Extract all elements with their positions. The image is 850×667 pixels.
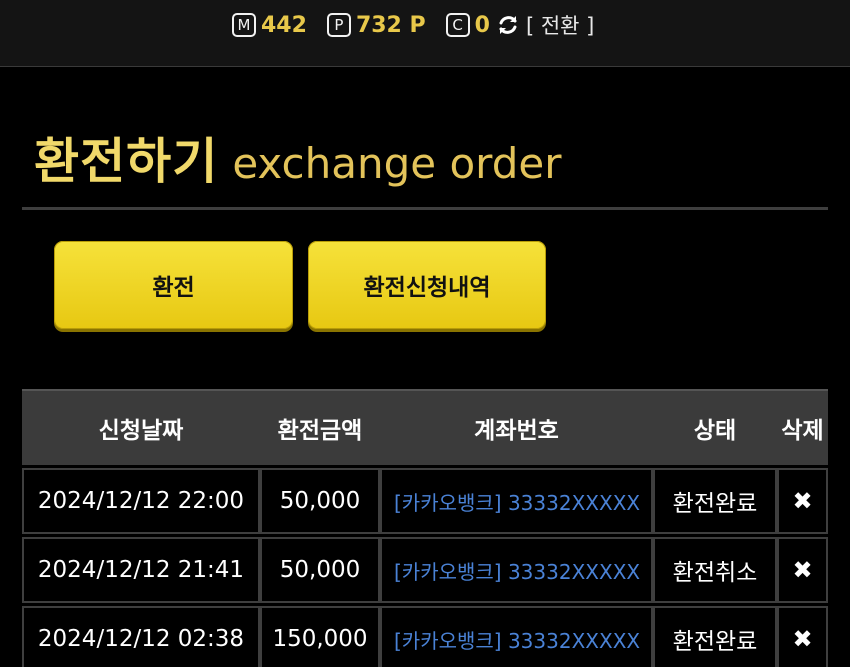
exchange-history-button[interactable]: 환전신청내역 [308,241,546,329]
page-title-en: exchange order [232,139,562,188]
refresh-icon[interactable] [496,13,520,37]
cell-status: 환전완료 [653,468,777,534]
close-icon[interactable]: ✖ [792,556,812,584]
table-row: 2024/12/12 21:41 50,000 [카카오뱅크] 33332XXX… [22,537,828,603]
header-date: 신청날짜 [98,418,184,444]
coin-balance: 0 [474,12,490,38]
cell-date: 2024/12/12 22:00 [22,468,260,534]
delete-button[interactable]: ✖ [777,537,828,603]
exchange-button[interactable]: 환전 [54,241,293,329]
cell-account[interactable]: [카카오뱅크] 33332XXXXX [380,468,653,534]
cell-account[interactable]: [카카오뱅크] 33332XXXXX [380,606,653,667]
point-icon: P [326,13,351,37]
cell-amount: 50,000 [260,537,380,603]
coin-icon: C [445,13,470,37]
money-icon: M [232,13,256,37]
cell-amount: 150,000 [260,606,380,667]
top-bar: M 442 P 732 P C 0 [ 전환 ] [0,0,850,67]
header-account: 계좌번호 [474,418,559,444]
header-status: 상태 [693,418,737,444]
page-title: 환전하기 exchange order [34,122,561,192]
table-row: 2024/12/12 02:38 150,000 [카카오뱅크] 33332XX… [22,606,828,667]
header-delete: 삭제 [781,418,824,444]
close-icon[interactable]: ✖ [792,625,812,653]
table-row: 2024/12/12 22:00 50,000 [카카오뱅크] 33332XXX… [22,468,828,534]
exchange-history-table: 신청날짜 환전금액 계좌번호 상태 삭제 2024/12/12 22:00 50… [22,389,828,667]
cell-account[interactable]: [카카오뱅크] 33332XXXXX [380,537,653,603]
table-header: 신청날짜 환전금액 계좌번호 상태 삭제 [22,389,828,465]
close-icon[interactable]: ✖ [792,487,812,515]
title-divider [22,207,828,210]
delete-button[interactable]: ✖ [777,606,828,667]
delete-button[interactable]: ✖ [777,468,828,534]
money-balance: 442 [261,12,307,38]
page-title-ko: 환전하기 [34,133,219,190]
wallet-balances: M 442 P 732 P C 0 [ 전환 ] [232,10,594,40]
cell-status: 환전취소 [653,537,777,603]
cell-date: 2024/12/12 02:38 [22,606,260,667]
cell-amount: 50,000 [260,468,380,534]
cell-date: 2024/12/12 21:41 [22,537,260,603]
cell-status: 환전완료 [653,606,777,667]
switch-link[interactable]: [ 전환 ] [526,10,594,40]
header-amount: 환전금액 [277,418,363,444]
point-balance: 732 P [355,12,426,38]
